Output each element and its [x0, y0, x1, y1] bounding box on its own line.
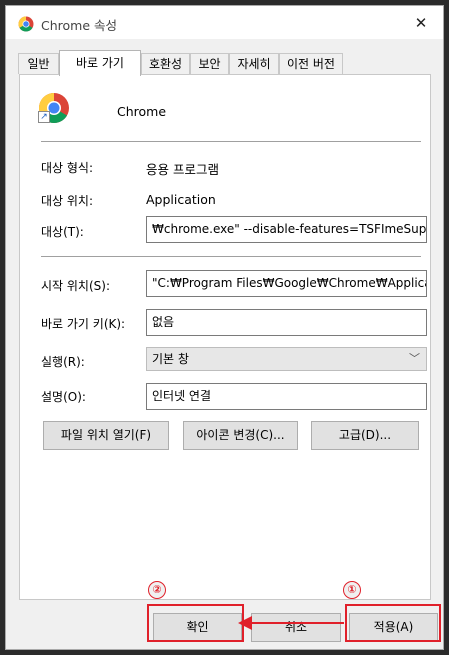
- ok-highlight: [147, 604, 244, 642]
- change-icon-button[interactable]: 아이콘 변경(C)...: [183, 421, 298, 450]
- open-file-location-button[interactable]: 파일 위치 열기(F): [43, 421, 169, 450]
- shortcut-arrow-icon: ↗: [38, 111, 50, 123]
- divider: [41, 141, 421, 142]
- app-icon: ↗: [38, 92, 70, 124]
- window-title: Chrome 속성: [41, 18, 118, 33]
- tab-previous-versions[interactable]: 이전 버전: [279, 53, 343, 74]
- arrow-icon: [238, 616, 344, 630]
- target-label: 대상(T):: [41, 225, 84, 239]
- apply-highlight: [345, 604, 441, 642]
- comment-input[interactable]: 인터넷 연결: [146, 383, 427, 410]
- chrome-icon: [18, 16, 34, 32]
- shortcut-panel: ↗ Chrome 대상 형식: 응용 프로그램 대상 위치: Applicati…: [19, 74, 431, 600]
- run-select[interactable]: 기본 창 ﹀: [146, 347, 427, 371]
- chevron-down-icon: ﹀: [409, 352, 420, 365]
- divider: [41, 256, 421, 257]
- target-type-label: 대상 형식:: [41, 161, 94, 175]
- close-icon: ✕: [414, 13, 428, 32]
- tab-shortcut[interactable]: 바로 가기: [59, 50, 141, 76]
- step-1-marker: ①: [343, 581, 361, 599]
- run-select-value: 기본 창: [152, 352, 189, 366]
- properties-dialog: Chrome 속성 ✕ 일반 바로 가기 호환성 보안 자세히 이전 버전 ↗ …: [5, 5, 444, 650]
- start-in-label: 시작 위치(S):: [41, 279, 110, 293]
- target-location-label: 대상 위치:: [41, 194, 94, 208]
- close-button[interactable]: ✕: [399, 6, 443, 39]
- target-location-value: Application: [146, 192, 216, 207]
- comment-label: 설명(O):: [41, 390, 86, 404]
- target-type-value: 응용 프로그램: [146, 162, 219, 177]
- advanced-button[interactable]: 고급(D)...: [311, 421, 419, 450]
- app-name: Chrome: [117, 104, 167, 119]
- tab-compatibility[interactable]: 호환성: [141, 53, 190, 74]
- tab-security[interactable]: 보안: [190, 53, 229, 74]
- title-bar: Chrome 속성 ✕: [6, 6, 443, 39]
- shortcut-key-input[interactable]: 없음: [146, 309, 427, 336]
- tab-general[interactable]: 일반: [18, 53, 59, 74]
- start-in-input[interactable]: "C:₩Program Files₩Google₩Chrome₩Applicat…: [146, 270, 427, 297]
- shortcut-key-label: 바로 가기 키(K):: [41, 317, 126, 331]
- run-label: 실행(R):: [41, 355, 85, 369]
- tab-details[interactable]: 자세히: [229, 53, 279, 74]
- target-input[interactable]: ₩chrome.exe" --disable-features=TSFImeSu…: [146, 216, 427, 243]
- step-2-marker: ②: [148, 581, 166, 599]
